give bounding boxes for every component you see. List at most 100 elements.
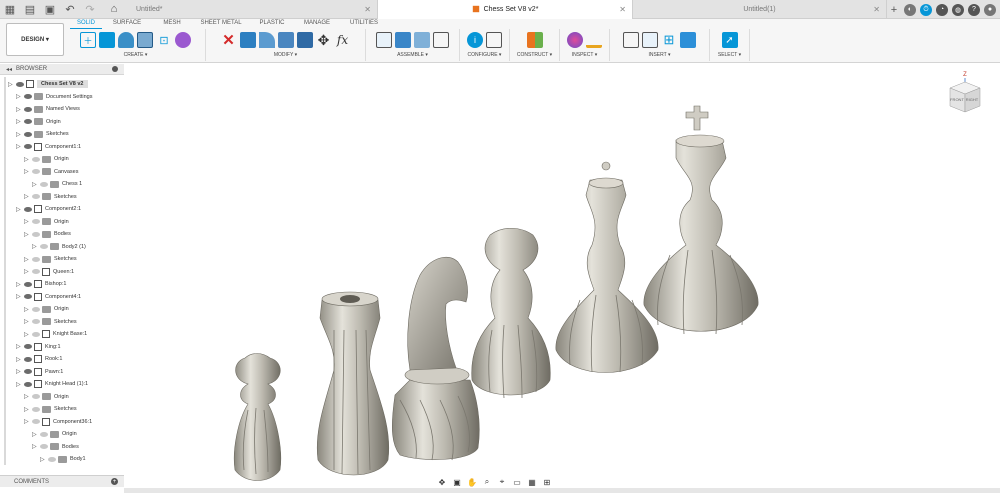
- visibility-eye-icon[interactable]: [32, 169, 40, 174]
- browser-item[interactable]: ▷ Origin: [0, 116, 61, 128]
- visibility-eye-icon[interactable]: [32, 269, 40, 274]
- orbit-icon[interactable]: ✥: [436, 477, 448, 487]
- tab-untitled-1[interactable]: Untitled(1) ✕: [633, 0, 887, 19]
- comments-bar[interactable]: COMMENTS +: [0, 475, 124, 487]
- browser-item[interactable]: ▷ Sketches: [0, 128, 69, 140]
- delete-icon[interactable]: ✕: [221, 32, 237, 49]
- insert-menu[interactable]: INSERT ▾: [648, 52, 670, 58]
- inspect-menu[interactable]: INSPECT ▾: [572, 52, 597, 58]
- extrude-icon[interactable]: [99, 32, 115, 48]
- visibility-eye-icon[interactable]: [24, 206, 32, 212]
- tab-mesh[interactable]: MESH: [152, 19, 192, 29]
- rigid-group-icon[interactable]: [433, 32, 449, 48]
- visibility-eye-icon[interactable]: [32, 319, 40, 324]
- close-icon[interactable]: ✕: [619, 5, 626, 14]
- expand-toggle-icon[interactable]: ▷: [32, 243, 38, 250]
- visibility-eye-icon[interactable]: [24, 281, 32, 287]
- expand-toggle-icon[interactable]: ▷: [24, 393, 30, 400]
- notifications-icon[interactable]: ◔: [936, 3, 948, 16]
- visibility-eye-icon[interactable]: [32, 194, 40, 199]
- browser-item[interactable]: ▷ Origin: [0, 303, 69, 315]
- expand-toggle-icon[interactable]: ▷: [24, 318, 30, 325]
- visibility-eye-icon[interactable]: [24, 356, 32, 362]
- undo-icon[interactable]: ↶: [60, 0, 80, 19]
- browser-item[interactable]: ▷ King:1: [0, 341, 61, 353]
- browser-item[interactable]: ▷ Chess 1: [0, 178, 82, 190]
- expand-toggle-icon[interactable]: ▷: [24, 168, 30, 175]
- online-icon[interactable]: ◍: [952, 3, 964, 16]
- close-icon[interactable]: ✕: [364, 5, 371, 14]
- expand-toggle-icon[interactable]: ▷: [16, 106, 22, 113]
- grid-settings-icon[interactable]: ▦: [526, 477, 538, 487]
- expand-toggle-icon[interactable]: ▷: [16, 143, 22, 150]
- expand-toggle-icon[interactable]: ▷: [16, 206, 22, 213]
- browser-item[interactable]: ▷ Pawn:1: [0, 366, 63, 378]
- browser-item[interactable]: ▷ Queen:1: [0, 266, 74, 278]
- browser-root-item[interactable]: ▷ Chess Set V8 v2: [0, 78, 88, 90]
- visibility-eye-icon[interactable]: [40, 181, 48, 187]
- expand-toggle-icon[interactable]: ▷: [16, 118, 22, 125]
- offset-plane-icon[interactable]: [526, 32, 543, 48]
- visibility-eye-icon[interactable]: [32, 156, 40, 162]
- visibility-eye-icon[interactable]: [24, 381, 32, 387]
- expand-toggle-icon[interactable]: ▷: [40, 456, 46, 463]
- close-icon[interactable]: ✕: [873, 5, 880, 14]
- expand-toggle-icon[interactable]: ▷: [16, 293, 22, 300]
- tab-surface[interactable]: SURFACE: [102, 19, 152, 29]
- job-status-icon[interactable]: ⏱: [920, 3, 932, 16]
- canvas-icon[interactable]: [680, 32, 696, 48]
- timeline-strip[interactable]: [124, 488, 1000, 493]
- browser-item[interactable]: ▷ Bishop:1: [0, 278, 66, 290]
- expand-toggle-icon[interactable]: ▷: [16, 93, 22, 100]
- visibility-eye-icon[interactable]: [16, 81, 24, 87]
- visibility-eye-icon[interactable]: [32, 256, 40, 262]
- parameters-icon[interactable]: fx: [335, 32, 351, 48]
- visibility-eye-icon[interactable]: [32, 219, 40, 224]
- new-component-icon[interactable]: [376, 32, 392, 48]
- browser-item[interactable]: ▷ Sketches: [0, 403, 77, 415]
- queen-piece[interactable]: [555, 161, 659, 373]
- expand-toggle-icon[interactable]: ▷: [24, 256, 30, 263]
- visibility-eye-icon[interactable]: [32, 406, 40, 412]
- revolve-icon[interactable]: [118, 32, 134, 48]
- modify-menu[interactable]: MODIFY ▾: [274, 52, 297, 58]
- browser-item[interactable]: ▷ Component1:1: [0, 141, 81, 153]
- browser-item[interactable]: ▷ Component4:1: [0, 291, 81, 303]
- browser-item[interactable]: ▷ Knight Base:1: [0, 328, 87, 340]
- browser-item[interactable]: ▷ Document Settings: [0, 91, 92, 103]
- visibility-eye-icon[interactable]: [40, 244, 48, 249]
- move-icon[interactable]: ✥: [316, 32, 332, 48]
- shell-icon[interactable]: [296, 32, 313, 48]
- browser-scrollbar[interactable]: [4, 77, 6, 465]
- browser-item[interactable]: ▷ Rook:1: [0, 353, 62, 365]
- insert-derive-icon[interactable]: [623, 32, 639, 48]
- configure-table-icon[interactable]: [486, 32, 502, 48]
- browser-item[interactable]: ▷ Bodies: [0, 228, 71, 240]
- knight-piece[interactable]: [391, 256, 480, 461]
- create-menu[interactable]: CREATE ▾: [124, 52, 148, 58]
- visibility-eye-icon[interactable]: [24, 119, 32, 124]
- tab-chess-set[interactable]: Chess Set V8 v2* ✕: [378, 0, 633, 19]
- king-piece[interactable]: [643, 105, 759, 335]
- expand-toggle-icon[interactable]: ▷: [24, 231, 30, 238]
- expand-toggle-icon[interactable]: ▷: [16, 281, 22, 288]
- browser-item[interactable]: ▷ Knight Head (1):1: [0, 378, 88, 390]
- expand-toggle-icon[interactable]: ▷: [24, 218, 30, 225]
- browser-item[interactable]: ▷ Component36:1: [0, 416, 92, 428]
- measure-icon[interactable]: [586, 32, 602, 48]
- as-built-joint-icon[interactable]: [414, 32, 430, 48]
- fit-icon[interactable]: ⌖: [496, 477, 508, 487]
- save-icon[interactable]: ▣: [40, 0, 60, 19]
- expand-toggle-icon[interactable]: ▷: [24, 331, 30, 338]
- create-form-icon[interactable]: [175, 32, 191, 48]
- expand-toggle-icon[interactable]: ▷: [24, 193, 30, 200]
- visibility-eye-icon[interactable]: [40, 444, 48, 449]
- browser-item[interactable]: ▷ Component2:1: [0, 203, 81, 215]
- expand-toggle-icon[interactable]: ▷: [32, 431, 38, 438]
- visibility-eye-icon[interactable]: [32, 331, 40, 337]
- add-comment-icon[interactable]: +: [111, 478, 118, 485]
- expand-toggle-icon[interactable]: ▷: [16, 131, 22, 138]
- assemble-menu[interactable]: ASSEMBLE ▾: [397, 52, 428, 58]
- browser-item[interactable]: ▷ Sketches: [0, 253, 77, 265]
- browser-item[interactable]: ▷ Bodies: [0, 441, 79, 453]
